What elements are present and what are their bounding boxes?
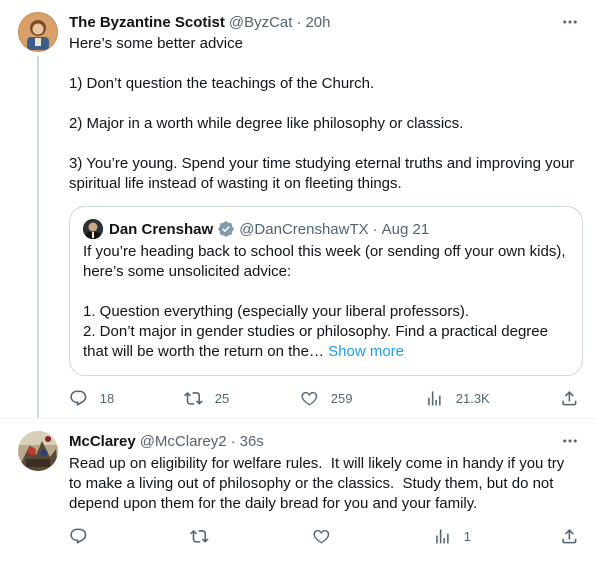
- quote-tweet[interactable]: Dan Crenshaw @DanCrenshawTX · Aug 21 If …: [69, 206, 583, 376]
- author-handle[interactable]: @ByzCat: [229, 14, 293, 31]
- retweet-icon: [190, 529, 209, 543]
- views-button[interactable]: 21.3K: [425, 388, 490, 408]
- quote-intro: If you’re heading back to school this we…: [83, 243, 566, 280]
- like-button[interactable]: 259: [300, 388, 352, 408]
- reply-icon: [70, 390, 87, 406]
- avatar[interactable]: [18, 431, 58, 471]
- tweet-line: 3) You’re young. Spend your time studyin…: [69, 155, 575, 192]
- tweet-header: The Byzantine Scotist @ByzCat · 20h: [69, 12, 330, 32]
- quote-author-name[interactable]: Dan Crenshaw: [109, 221, 213, 238]
- quote-text: If you’re heading back to school this we…: [83, 242, 575, 362]
- more-icon[interactable]: [560, 12, 580, 32]
- retweet-icon: [184, 391, 203, 405]
- tweet-mcclarey[interactable]: McClarey @McClarey2 · 36s Read up on eli…: [0, 419, 598, 562]
- thread-line: [37, 56, 39, 418]
- author-handle[interactable]: @McClarey2: [140, 433, 227, 450]
- quote-timestamp[interactable]: Aug 21: [382, 221, 430, 238]
- tweet-line: Here’s some better advice: [69, 35, 243, 52]
- tweet-header: McClarey @McClarey2 · 36s: [69, 431, 264, 451]
- tweet-line: 2) Major in a worth while degree like ph…: [69, 115, 464, 132]
- separator-dot: ·: [296, 13, 302, 31]
- verified-badge-icon: [218, 221, 234, 237]
- tweet-text: Read up on eligibility for welfare rules…: [69, 455, 569, 512]
- author-name[interactable]: The Byzantine Scotist: [69, 14, 225, 31]
- separator-dot: ·: [372, 220, 378, 238]
- tweet-byzantine-scotist[interactable]: The Byzantine Scotist @ByzCat · 20h Here…: [0, 0, 598, 418]
- share-icon: [562, 390, 577, 406]
- timestamp[interactable]: 20h: [305, 14, 330, 31]
- reply-icon: [70, 528, 87, 544]
- like-count: 259: [330, 390, 353, 406]
- quote-avatar: [83, 219, 103, 239]
- retweet-count: 25: [214, 390, 230, 406]
- like-icon: [313, 529, 330, 544]
- retweet-button[interactable]: [190, 526, 209, 546]
- separator-dot: ·: [230, 432, 236, 450]
- share-icon: [562, 528, 577, 544]
- tweet-actions: 18 25 259 21.3K: [69, 388, 589, 408]
- tweet-actions: 1: [69, 526, 589, 546]
- quote-point: 2. Don’t major in gender studies or phil…: [83, 323, 548, 360]
- show-more-link[interactable]: Show more: [328, 343, 404, 360]
- avatar[interactable]: [18, 12, 58, 52]
- views-icon: [436, 528, 449, 544]
- views-icon: [428, 390, 441, 406]
- views-count: 21.3K: [455, 390, 490, 406]
- quote-point: 1. Question everything (especially your …: [83, 303, 470, 320]
- reply-count: 18: [99, 390, 115, 406]
- share-button[interactable]: [560, 388, 579, 408]
- retweet-button[interactable]: 25: [184, 388, 229, 408]
- views-count: 1: [463, 528, 471, 544]
- like-button[interactable]: [312, 526, 331, 546]
- reply-button[interactable]: 18: [69, 388, 114, 408]
- quote-header: Dan Crenshaw @DanCrenshawTX · Aug 21: [109, 219, 429, 239]
- like-icon: [301, 391, 318, 406]
- quote-point-with-more: 2. Don’t major in gender studies or phil…: [83, 322, 575, 362]
- share-button[interactable]: [560, 526, 579, 546]
- tweet-text: Here’s some better advice 1) Don’t quest…: [69, 34, 579, 194]
- tweet-line: 1) Don’t question the teachings of the C…: [69, 75, 375, 92]
- timestamp[interactable]: 36s: [240, 433, 264, 450]
- quote-author-handle[interactable]: @DanCrenshawTX: [239, 221, 368, 238]
- more-icon[interactable]: [560, 431, 580, 451]
- reply-button[interactable]: [69, 526, 88, 546]
- author-name[interactable]: McClarey: [69, 433, 136, 450]
- views-button[interactable]: 1: [433, 526, 471, 546]
